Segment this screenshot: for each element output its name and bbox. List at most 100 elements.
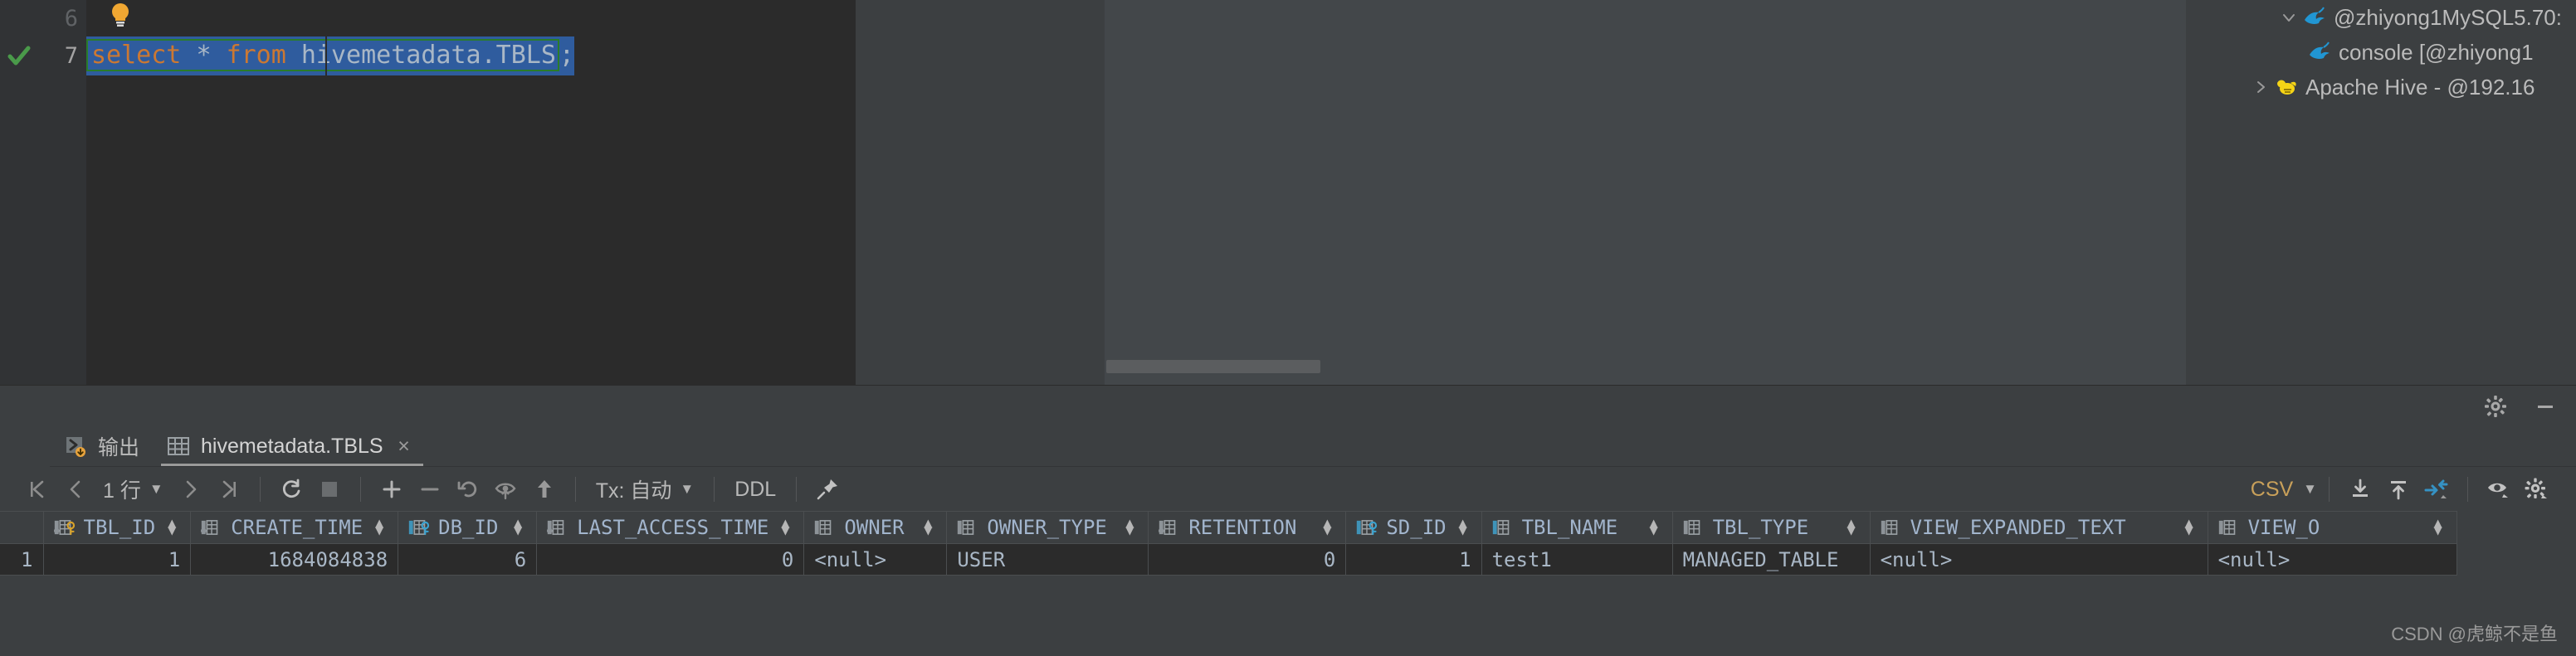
row-number-header[interactable] <box>0 511 44 544</box>
result-grid[interactable]: TBL_ID ▲ ▼ CREATE_TIME ▲ ▼ DB_ID ▲ ▼ LAST_ACCESS_… <box>0 511 2576 610</box>
column-header-create-time[interactable]: CREATE_TIME ▲ ▼ <box>190 511 399 544</box>
close-icon[interactable]: × <box>393 435 415 458</box>
toolbar-separator <box>574 477 576 502</box>
column-header-label: TBL_TYPE <box>1712 516 1809 539</box>
cell-owner[interactable]: <null> <box>803 543 948 576</box>
chevron-right-icon[interactable] <box>2249 80 2272 95</box>
results-tabs: 输出 hivemetadata.TBLS × <box>0 425 2576 467</box>
sql-table-identifier: hivemetadata.TBLS <box>300 41 556 70</box>
column-header-db-id[interactable]: DB_ID ▲ ▼ <box>398 511 538 544</box>
sql-space-2 <box>212 41 227 70</box>
tab-output[interactable]: 输出 <box>50 425 153 467</box>
column-header-label: OWNER_TYPE <box>987 516 1107 539</box>
sort-arrows-icon[interactable]: ▲ ▼ <box>163 517 180 538</box>
last-page-icon[interactable] <box>210 471 248 508</box>
column-header-tbl-id[interactable]: TBL_ID ▲ ▼ <box>43 511 192 544</box>
sort-arrows-icon[interactable]: ▲ ▼ <box>2430 517 2447 538</box>
hive-bee-icon <box>2272 74 2300 100</box>
ddl-button[interactable]: DDL <box>726 478 784 502</box>
column-header-view-expanded-text[interactable]: VIEW_EXPANDED_TEXT ▲ ▼ <box>1870 511 2208 544</box>
chevron-down-icon: ▼ <box>149 481 163 497</box>
code-line-7[interactable]: select * from hivemetadata.TBLS; <box>86 36 574 75</box>
column-header-owner[interactable]: OWNER ▲ ▼ <box>803 511 948 544</box>
col-blue-icon <box>1492 517 1514 538</box>
database-tree[interactable]: @zhiyong1MySQL5.70: console [@zhiyong1 A… <box>2249 0 2576 112</box>
sort-arrows-icon[interactable]: ▲ ▼ <box>1121 517 1138 538</box>
column-header-tbl-type[interactable]: TBL_TYPE ▲ ▼ <box>1672 511 1871 544</box>
column-header-retention[interactable]: RETENTION ▲ ▼ <box>1148 511 1347 544</box>
preview-eye-icon[interactable] <box>2480 471 2518 508</box>
upload-icon[interactable] <box>2379 471 2417 508</box>
column-header-label: DB_ID <box>438 516 499 539</box>
prev-page-icon[interactable] <box>56 471 95 508</box>
tree-item-apache-hive[interactable]: Apache Hive - @192.16 <box>2249 70 2576 104</box>
next-page-icon[interactable] <box>172 471 210 508</box>
line-number: 7 <box>64 43 78 69</box>
tab-hivemetadata-tbls[interactable]: hivemetadata.TBLS × <box>153 425 428 467</box>
tree-item-mysql-connection[interactable]: @zhiyong1MySQL5.70: <box>2249 0 2576 35</box>
sort-arrows-icon[interactable]: ▲ ▼ <box>1455 517 1471 538</box>
check-green-icon <box>7 44 32 69</box>
column-header-last-access-time[interactable]: LAST_ACCESS_TIME ▲ ▼ <box>536 511 805 544</box>
cell-create-time[interactable]: 1684084838 <box>190 543 399 576</box>
cell-tbl-name[interactable]: test1 <box>1481 543 1673 576</box>
cell-tbl-id[interactable]: 1 <box>43 543 192 576</box>
sort-arrows-icon[interactable]: ▲ ▼ <box>2181 517 2198 538</box>
transaction-mode-selector[interactable]: Tx: 自动 ▼ <box>588 474 703 504</box>
horizontal-scrollbar[interactable] <box>1106 360 1320 373</box>
revert-icon[interactable] <box>449 471 487 508</box>
sql-space-3 <box>286 41 301 70</box>
pk-gold-key-icon <box>53 517 76 538</box>
first-page-icon[interactable] <box>18 471 56 508</box>
gear-icon[interactable] <box>2481 392 2510 420</box>
sort-arrows-icon[interactable]: ▲ ▼ <box>920 517 936 538</box>
gutter-line-6: 6 <box>0 0 86 37</box>
column-header-owner-type[interactable]: OWNER_TYPE ▲ ▼ <box>946 511 1149 544</box>
tree-item-console[interactable]: console [@zhiyong1 <box>2249 35 2576 70</box>
statement-highlight-box: select * from hivemetadata.TBLS <box>86 39 559 71</box>
tree-item-label: console [@zhiyong1 <box>2339 39 2534 65</box>
cell-view-expanded-text[interactable]: <null> <box>1870 543 2208 576</box>
column-header-tbl-name[interactable]: TBL_NAME ▲ ▼ <box>1481 511 1673 544</box>
tree-item-label: KylinDocker <box>2305 109 2421 113</box>
table-row[interactable]: 1 1 1684084838 6 0 <null> USER 0 1 test1 MANAGED_T… <box>0 543 2457 576</box>
export-format-selector[interactable]: CSV ▼ <box>2251 478 2317 502</box>
stop-icon[interactable] <box>310 471 349 508</box>
submit-icon[interactable] <box>525 471 564 508</box>
sort-arrows-icon[interactable]: ▲ ▼ <box>1319 517 1335 538</box>
cell-last-access-time[interactable]: 0 <box>536 543 805 576</box>
cell-tbl-type[interactable]: MANAGED_TABLE <box>1672 543 1871 576</box>
column-header-sd-id[interactable]: SD_ID ▲ ▼ <box>1345 511 1482 544</box>
cell-db-id[interactable]: 6 <box>398 543 538 576</box>
column-header-view-o[interactable]: VIEW_O ▲ ▼ <box>2208 511 2457 544</box>
sort-arrows-icon[interactable]: ▲ ▼ <box>1646 517 1662 538</box>
gear-icon[interactable] <box>2518 471 2556 508</box>
sort-arrows-icon[interactable]: ▲ ▼ <box>510 517 526 538</box>
sql-space-1 <box>181 41 196 70</box>
delete-row-icon[interactable] <box>411 471 449 508</box>
tree-item-kylindocker[interactable]: KylinDocker <box>2249 104 2576 113</box>
minimize-icon[interactable] <box>2531 392 2559 420</box>
reload-icon[interactable] <box>272 471 310 508</box>
selected-statement[interactable]: select * from hivemetadata.TBLS; <box>86 36 574 75</box>
sort-arrows-icon[interactable]: ▲ ▼ <box>1843 517 1860 538</box>
editor-gutter[interactable]: 6 7 <box>0 0 86 385</box>
row-count-selector[interactable]: 1 行 ▼ <box>95 474 172 504</box>
pin-icon[interactable] <box>808 471 846 508</box>
panel-topbar-actions <box>2481 392 2559 420</box>
cell-owner-type[interactable]: USER <box>946 543 1149 576</box>
cell-sd-id[interactable]: 1 <box>1345 543 1482 576</box>
col-grey-icon <box>2218 517 2240 538</box>
view-query-icon[interactable] <box>487 471 525 508</box>
column-header-label: OWNER <box>844 516 905 539</box>
download-icon[interactable] <box>2341 471 2379 508</box>
row-number[interactable]: 1 <box>0 543 44 576</box>
chevron-down-icon[interactable] <box>2277 10 2300 25</box>
sort-arrows-icon[interactable]: ▲ ▼ <box>777 517 793 538</box>
add-row-icon[interactable] <box>373 471 411 508</box>
cell-view-o[interactable]: <null> <box>2208 543 2457 576</box>
jump-to-icon[interactable] <box>2417 471 2456 508</box>
lightbulb-icon[interactable] <box>110 2 131 27</box>
cell-retention[interactable]: 0 <box>1148 543 1347 576</box>
sort-arrows-icon[interactable]: ▲ ▼ <box>371 517 388 538</box>
